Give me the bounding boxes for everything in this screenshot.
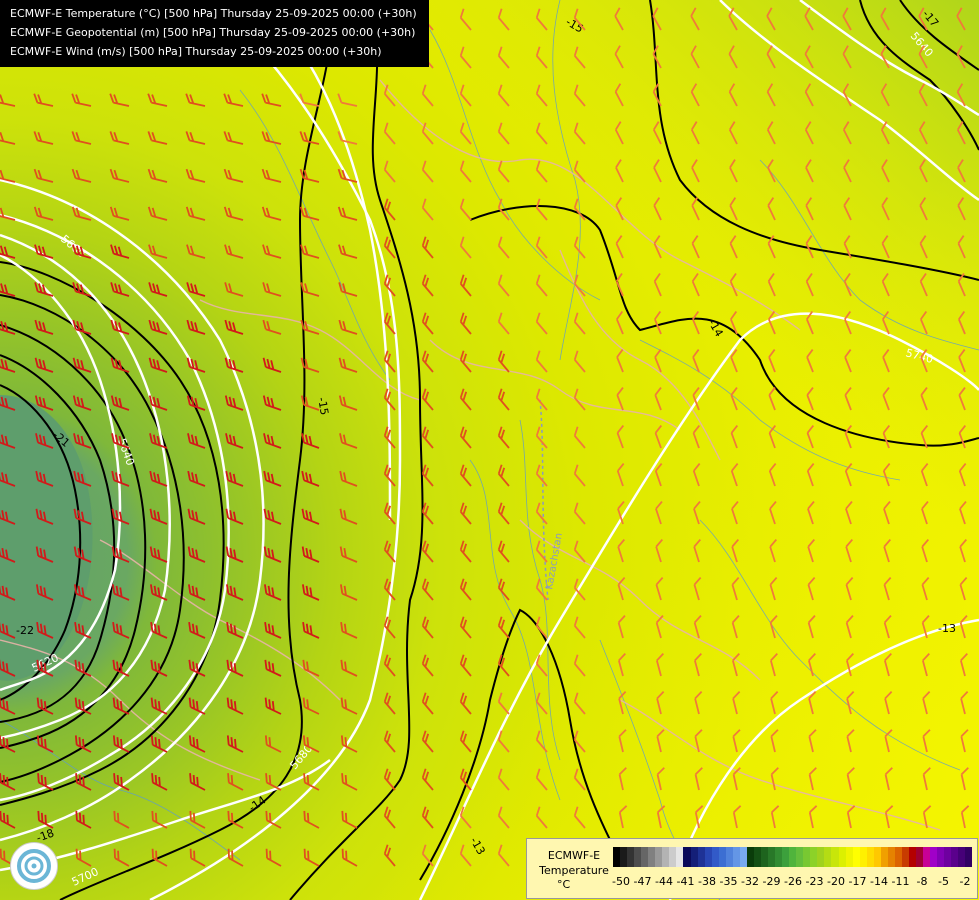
legend-swatch [634,847,642,867]
legend-swatch [916,847,924,867]
legend-swatch [648,847,656,867]
title-wind: ECMWF-E Wind (m/s) [500 hPa] Thursday 25… [10,45,382,58]
legend-swatch [789,847,797,867]
weather-map: Kazachstan -15 -17 5640 5660 5640 -21 -2… [0,0,979,900]
map-title-box: ECMWF-E Temperature (°C) [500 hPa] Thurs… [0,0,429,67]
legend-swatch [627,847,635,867]
legend-color-scale [613,847,973,867]
legend-swatch [923,847,931,867]
legend-swatch [620,847,628,867]
legend-tick-label: -41 [676,875,695,888]
legend-swatch [796,847,804,867]
legend-swatch [873,847,881,867]
legend-title-line1: ECMWF-E [547,849,601,862]
legend-swatch [930,847,938,867]
contour-label: -13 [938,622,956,635]
legend-tick-label: -23 [805,875,824,888]
legend-swatch [901,847,909,867]
legend-swatch [739,847,747,867]
legend-swatch [669,847,677,867]
legend-swatch [613,847,621,867]
legend-swatch [817,847,825,867]
legend-swatch [838,847,846,867]
legend-swatch [859,847,867,867]
legend-tick-label: -32 [741,875,759,888]
legend-swatch [908,847,917,867]
legend-swatch [965,847,973,867]
legend-swatch [718,847,726,867]
legend-swatch [782,847,790,867]
legend-swatch [937,847,945,867]
legend-swatch [725,847,733,867]
legend-swatch [760,847,769,867]
legend-tick-label: -47 [633,875,652,888]
legend-swatch [803,847,811,867]
legend-swatch [775,847,783,867]
legend-tick-label: -26 [784,875,802,888]
legend-swatch [662,847,670,867]
legend-tick-label: -35 [719,875,738,888]
legend-ticks: -50 -47 -44 -41 -38 -35 -32 -29 -26 -23 -20 -17 -14-… [612,875,973,891]
legend-swatch [753,847,761,867]
legend-swatch [852,847,860,867]
legend-tick-label: -50 [612,875,630,888]
legend-tick-label: -29 [762,875,781,888]
legend-title: ECMWF-E Temperature [533,848,615,878]
temperature-legend: ECMWF-E Temperature °C -50 -47 -44 -41 -38 -3… [526,838,978,899]
legend-swatch [824,847,832,867]
legend-tick-label: -14 [870,875,888,888]
contour-label: -22 [16,624,34,637]
legend-swatch [944,847,952,867]
legend-tick-label: -20 [827,875,845,888]
legend-swatch [810,847,818,867]
legend-swatch [732,847,740,867]
legend-swatch [951,847,959,867]
legend-unit: °C [557,878,571,891]
legend-swatch [690,847,698,867]
legend-swatch [655,847,663,867]
title-geopotential: ECMWF-E Geopotential (m) [500 hPa] Thurs… [10,26,416,39]
legend-tick-label: -8 [916,875,928,888]
temperature-field-southeast [0,0,979,900]
title-temperature: ECMWF-E Temperature (°C) [500 hPa] Thurs… [10,7,417,20]
legend-swatch [704,847,712,867]
legend-swatch [711,847,719,867]
legend-swatch [683,847,691,867]
legend-tick-label: -5 [938,875,949,888]
legend-swatch [768,847,776,867]
legend-tick-label: -44 [655,875,673,888]
legend-swatch [697,847,705,867]
logo-icon [10,842,58,890]
legend-title-line2: Temperature [539,864,609,877]
legend-swatch [887,847,895,867]
legend-swatch [845,847,853,867]
legend-tick-label: -17 [848,875,867,888]
legend-tick-label: -11 [891,875,910,888]
legend-swatch [676,847,684,867]
legend-swatch [831,847,839,867]
legend-swatch [880,847,888,867]
legend-swatch [894,847,902,867]
legend-tick-label: -38 [698,875,716,888]
legend-tick-label: -2 [959,875,971,888]
legend-swatch [866,847,874,867]
legend-swatch [958,847,966,867]
legend-swatch [746,847,754,867]
legend-swatch [641,847,649,867]
